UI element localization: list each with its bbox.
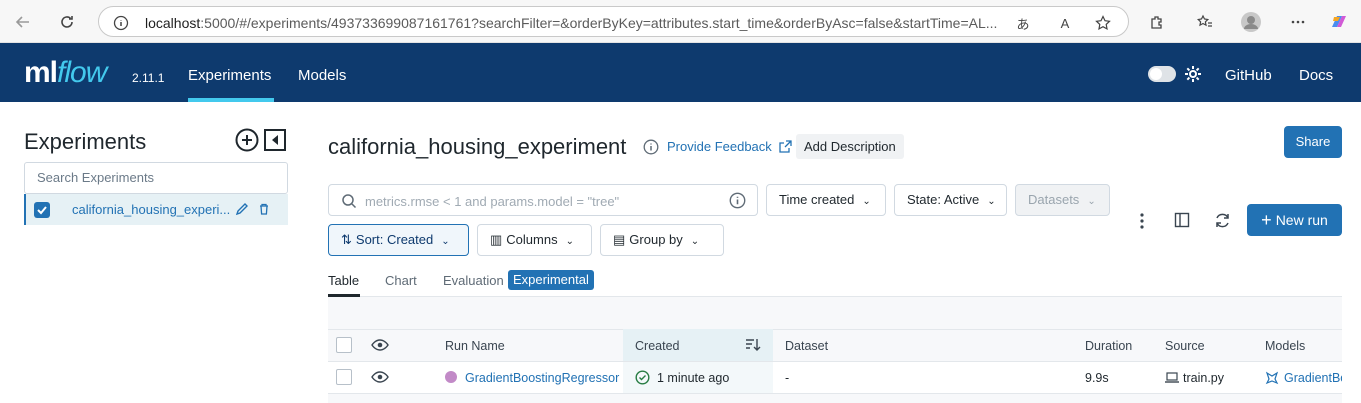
version-label: 2.11.1	[132, 71, 165, 85]
duration-value: 9.9s	[1085, 371, 1109, 385]
columns-dropdown[interactable]: ▥ Columns ⌄	[477, 224, 592, 256]
refresh-runs-icon[interactable]	[1213, 211, 1231, 229]
created-time: 1 minute ago	[657, 371, 730, 385]
delete-trash-icon[interactable]	[256, 201, 272, 217]
experiment-checkbox[interactable]	[34, 202, 50, 218]
column-header-created[interactable]: Created	[635, 339, 679, 353]
more-options-icon[interactable]	[1285, 9, 1311, 35]
column-header-duration[interactable]: Duration	[1085, 339, 1132, 353]
tab-evaluation[interactable]: Evaluation	[443, 273, 504, 288]
info-icon[interactable]	[642, 138, 660, 156]
create-experiment-icon[interactable]	[235, 128, 259, 152]
column-header-models[interactable]: Models	[1265, 339, 1305, 353]
nav-experiments[interactable]: Experiments	[188, 67, 271, 84]
columns-icon: ▥	[490, 232, 503, 247]
group-by-icon: ▤	[613, 232, 626, 247]
nav-active-indicator	[188, 98, 274, 102]
column-header-run-name[interactable]: Run Name	[445, 339, 505, 353]
app-header: mlflow 2.11.1 Experiments Models GitHub …	[0, 43, 1361, 102]
search-icon	[342, 194, 357, 209]
provide-feedback-link[interactable]: Provide Feedback	[667, 139, 793, 154]
edit-pencil-icon[interactable]	[234, 201, 250, 217]
url-text: localhost:5000/#/experiments/49373369908…	[145, 15, 998, 31]
read-aloud-icon[interactable]: A	[1055, 13, 1075, 33]
experiment-name[interactable]: california_housing_experi...	[72, 202, 232, 217]
state-dropdown[interactable]: State: Active ⌄	[894, 184, 1007, 216]
source-value[interactable]: train.py	[1183, 371, 1224, 385]
sort-icon: ⇅	[341, 232, 352, 247]
run-color-dot[interactable]	[445, 371, 457, 383]
sort-descending-icon[interactable]	[745, 337, 761, 353]
toggle-panel-icon[interactable]	[1173, 211, 1191, 229]
row-visibility-eye-icon[interactable]	[371, 369, 389, 385]
visibility-eye-icon[interactable]	[371, 337, 389, 353]
external-link-icon	[779, 140, 793, 153]
add-description-button[interactable]: Add Description	[796, 134, 904, 159]
tab-chart[interactable]: Chart	[385, 273, 417, 288]
column-header-dataset[interactable]: Dataset	[785, 339, 828, 353]
model-icon	[1265, 371, 1279, 385]
mlflow-logo[interactable]: mlflow	[24, 56, 107, 90]
experimental-badge: Experimental	[508, 270, 594, 290]
column-header-source[interactable]: Source	[1165, 339, 1205, 353]
refresh-icon[interactable]	[54, 9, 80, 35]
plus-icon: +	[1261, 210, 1272, 230]
settings-gear-icon[interactable]	[1183, 64, 1203, 84]
favorites-icon[interactable]	[1192, 9, 1218, 35]
status-success-icon	[635, 370, 650, 385]
address-bar[interactable]: localhost:5000/#/experiments/49373369908…	[98, 6, 1129, 37]
github-link[interactable]: GitHub	[1225, 67, 1272, 84]
search-runs-input[interactable]: metrics.rmse < 1 and params.model = "tre…	[328, 184, 758, 216]
experiment-title: california_housing_experiment	[328, 134, 627, 159]
run-name-link[interactable]: GradientBoostingRegressor	[465, 371, 619, 385]
datasets-dropdown[interactable]: Datasets ⌄	[1015, 184, 1110, 216]
chevron-down-icon: ⌄	[987, 196, 996, 207]
sidebar-title: Experiments	[24, 129, 147, 154]
search-help-icon[interactable]	[729, 192, 746, 209]
docs-link[interactable]: Docs	[1299, 67, 1333, 84]
nav-models[interactable]: Models	[298, 67, 346, 84]
profile-avatar-icon[interactable]	[1238, 9, 1264, 35]
kebab-menu-icon[interactable]	[1134, 211, 1150, 231]
search-placeholder: metrics.rmse < 1 and params.model = "tre…	[365, 194, 620, 209]
share-button[interactable]: Share	[1284, 126, 1342, 158]
model-link[interactable]: GradientBo	[1284, 371, 1342, 385]
new-run-button[interactable]: + New run	[1247, 204, 1342, 236]
search-experiments-input[interactable]: Search Experiments	[24, 162, 288, 194]
chevron-down-icon: ⌄	[862, 196, 871, 207]
chevron-down-icon: ⌄	[1087, 196, 1096, 207]
tab-table[interactable]: Table	[328, 273, 359, 288]
collapse-sidebar-icon[interactable]	[264, 129, 286, 151]
copilot-icon[interactable]	[1326, 9, 1352, 35]
chevron-down-icon: ⌄	[565, 236, 574, 247]
translate-icon[interactable]: あ	[1013, 13, 1033, 33]
browser-toolbar: localhost:5000/#/experiments/49373369908…	[0, 0, 1361, 43]
laptop-icon	[1165, 372, 1179, 384]
select-all-checkbox[interactable]	[336, 337, 352, 353]
row-checkbox[interactable]	[336, 369, 352, 385]
chevron-down-icon: ⌄	[441, 236, 450, 247]
extensions-icon[interactable]	[1144, 9, 1170, 35]
favorite-star-icon[interactable]	[1093, 13, 1113, 33]
dataset-value: -	[785, 371, 790, 385]
dark-mode-toggle[interactable]	[1148, 66, 1176, 82]
chevron-down-icon: ⌄	[690, 236, 700, 247]
group-by-dropdown[interactable]: ▤ Group by ⌄	[600, 224, 724, 256]
time-created-dropdown[interactable]: Time created ⌄	[766, 184, 886, 216]
sort-dropdown[interactable]: ⇅ Sort: Created ⌄	[328, 224, 469, 256]
sidebar-item-experiment[interactable]: california_housing_experi...	[24, 194, 288, 225]
back-icon[interactable]	[10, 9, 36, 35]
site-info-icon[interactable]	[111, 13, 131, 33]
